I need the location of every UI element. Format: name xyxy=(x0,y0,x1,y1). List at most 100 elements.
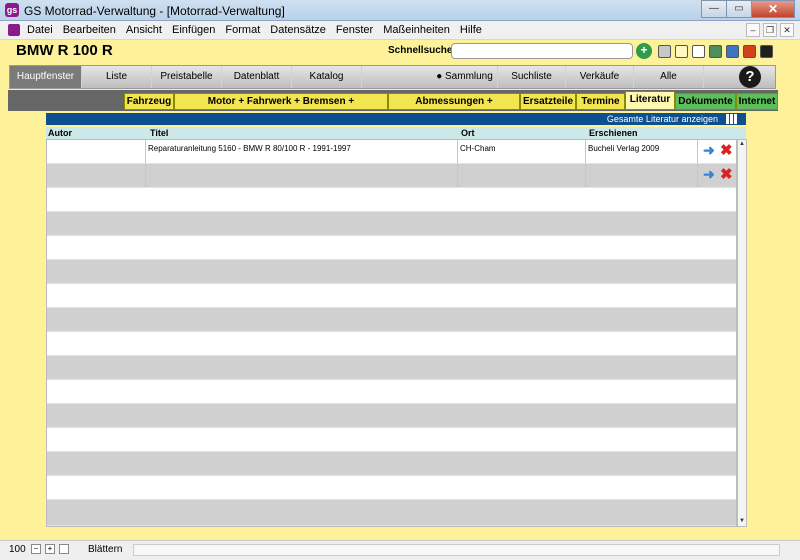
menu-datei[interactable]: Datei xyxy=(27,24,53,36)
cell-titel[interactable]: Reparaturanleitung 5160 - BMW R 80/100 R… xyxy=(146,140,458,163)
mode-label: Blättern xyxy=(88,544,123,555)
tab-abmessungen[interactable]: Abmessungen + Füllmengen xyxy=(388,93,520,122)
empty-row xyxy=(47,308,736,332)
nav-alle[interactable]: Alle xyxy=(634,66,704,88)
nav-suchliste[interactable]: Suchliste xyxy=(498,66,566,88)
tab-termine[interactable]: Termine xyxy=(576,93,625,110)
nav-hauptfenster[interactable]: Hauptfenster xyxy=(10,66,82,88)
layout-mode-icon[interactable] xyxy=(59,544,69,554)
tab-dokumente[interactable]: Dokumente xyxy=(675,93,736,110)
empty-row xyxy=(47,188,736,212)
empty-row xyxy=(47,332,736,356)
tab-internet[interactable]: Internet xyxy=(736,93,778,110)
column-ort: Ort xyxy=(461,128,475,138)
column-autor: Autor xyxy=(48,128,72,138)
cell-autor[interactable] xyxy=(47,164,146,187)
menu-einfuegen[interactable]: Einfügen xyxy=(172,24,215,36)
empty-row xyxy=(47,500,736,526)
menu-bearbeiten[interactable]: Bearbeiten xyxy=(63,24,116,36)
help-icon[interactable]: ? xyxy=(739,66,761,88)
literature-panel: Gesamte Literatur anzeigen Autor Titel O… xyxy=(46,111,748,527)
show-all-literature-bar[interactable]: Gesamte Literatur anzeigen xyxy=(46,113,746,125)
horizontal-scrollbar[interactable] xyxy=(133,544,780,556)
scroll-up-icon[interactable]: ▲ xyxy=(738,140,746,149)
search-add-icon[interactable]: + xyxy=(636,43,652,59)
open-arrow-icon[interactable]: ➜ xyxy=(703,167,717,181)
quick-search-label: Schnellsuche xyxy=(388,45,453,56)
scroll-down-icon[interactable]: ▼ xyxy=(738,517,746,526)
empty-row xyxy=(47,212,736,236)
doc-restore-icon[interactable]: ❐ xyxy=(763,23,777,37)
empty-row xyxy=(47,284,736,308)
delete-icon[interactable]: ✖ xyxy=(720,167,734,182)
empty-row xyxy=(47,380,736,404)
page-title: BMW R 100 R xyxy=(16,42,113,59)
window-title: GS Motorrad-Verwaltung - [Motorrad-Verwa… xyxy=(24,4,285,18)
empty-row xyxy=(47,476,736,500)
grid-icon[interactable] xyxy=(726,114,738,124)
record-header: BMW R 100 R Schnellsuche + xyxy=(5,40,795,62)
zoom-out-icon[interactable]: − xyxy=(31,544,41,554)
document-window-controls: – ❐ ✕ xyxy=(743,23,794,37)
nav-sammlung[interactable]: ● Sammlung xyxy=(432,66,498,88)
empty-row xyxy=(47,428,736,452)
menu-ansicht[interactable]: Ansicht xyxy=(126,24,162,36)
show-all-literature-label[interactable]: Gesamte Literatur anzeigen xyxy=(607,114,718,124)
color-swatch-blue[interactable] xyxy=(726,45,739,58)
nav-preistabelle[interactable]: Preistabelle xyxy=(152,66,222,88)
table-header: Autor Titel Ort Erschienen xyxy=(46,127,746,139)
menu-bar: Datei Bearbeiten Ansicht Einfügen Format… xyxy=(0,21,800,40)
nav-katalog[interactable]: Katalog xyxy=(292,66,362,88)
zoom-in-icon[interactable]: + xyxy=(45,544,55,554)
doc-minimize-icon[interactable]: – xyxy=(746,23,760,37)
column-erschienen: Erschienen xyxy=(589,128,638,138)
menu-fenster[interactable]: Fenster xyxy=(336,24,373,36)
tab-fahrzeug[interactable]: Fahrzeug xyxy=(124,93,174,110)
menu-masseinheiten[interactable]: Maßeinheiten xyxy=(383,24,450,36)
empty-row xyxy=(47,452,736,476)
window-controls: — ▭ ✕ xyxy=(701,0,795,18)
color-swatch-yellow[interactable] xyxy=(675,45,688,58)
cell-erschienen[interactable] xyxy=(586,164,698,187)
column-titel: Titel xyxy=(150,128,169,138)
doc-close-icon[interactable]: ✕ xyxy=(780,23,794,37)
empty-row xyxy=(47,260,736,284)
maximize-icon[interactable]: ▭ xyxy=(726,0,752,18)
color-swatch-white[interactable] xyxy=(692,45,705,58)
nav-datenblatt[interactable]: Datenblatt xyxy=(222,66,292,88)
status-bar: 100 − + Blättern xyxy=(0,540,800,560)
delete-icon[interactable]: ✖ xyxy=(720,143,734,158)
table-row[interactable]: Reparaturanleitung 5160 - BMW R 80/100 R… xyxy=(47,140,736,164)
minimize-icon[interactable]: — xyxy=(701,0,727,18)
menu-format[interactable]: Format xyxy=(225,24,260,36)
cell-autor[interactable] xyxy=(47,140,146,163)
color-swatch-black[interactable] xyxy=(760,45,773,58)
open-arrow-icon[interactable]: ➜ xyxy=(703,143,717,157)
tab-literatur[interactable]: Literatur xyxy=(625,91,675,110)
menu-hilfe[interactable]: Hilfe xyxy=(460,24,482,36)
empty-row xyxy=(47,236,736,260)
table-row[interactable]: ➜ ✖ xyxy=(47,164,736,188)
quick-search-input[interactable] xyxy=(451,43,633,59)
literature-table: Reparaturanleitung 5160 - BMW R 80/100 R… xyxy=(46,139,737,527)
nav-verkaeufe[interactable]: Verkäufe xyxy=(566,66,634,88)
tab-motor-fahrwerk[interactable]: Motor + Fahrwerk + Bremsen + Kraftübertr… xyxy=(174,93,388,122)
cell-ort[interactable]: CH-Cham xyxy=(458,140,586,163)
cell-titel[interactable] xyxy=(146,164,458,187)
menu-datensaetze[interactable]: Datensätze xyxy=(270,24,326,36)
zoom-level: 100 xyxy=(9,544,26,555)
color-swatch-grey[interactable] xyxy=(658,45,671,58)
cell-erschienen[interactable]: Bucheli Verlag 2009 xyxy=(586,140,698,163)
main-nav: Hauptfenster Liste Preistabelle Datenbla… xyxy=(9,65,776,89)
color-swatches xyxy=(658,45,777,58)
empty-row xyxy=(47,356,736,380)
tab-bar: Fahrzeug Motor + Fahrwerk + Bremsen + Kr… xyxy=(8,90,778,122)
close-icon[interactable]: ✕ xyxy=(751,0,795,18)
color-swatch-red[interactable] xyxy=(743,45,756,58)
nav-liste[interactable]: Liste xyxy=(82,66,152,88)
vertical-scrollbar[interactable]: ▲ ▼ xyxy=(737,139,747,527)
cell-ort[interactable] xyxy=(458,164,586,187)
window-title-bar: gs GS Motorrad-Verwaltung - [Motorrad-Ve… xyxy=(0,0,800,21)
color-swatch-green[interactable] xyxy=(709,45,722,58)
tab-ersatzteile[interactable]: Ersatzteile xyxy=(520,93,576,110)
